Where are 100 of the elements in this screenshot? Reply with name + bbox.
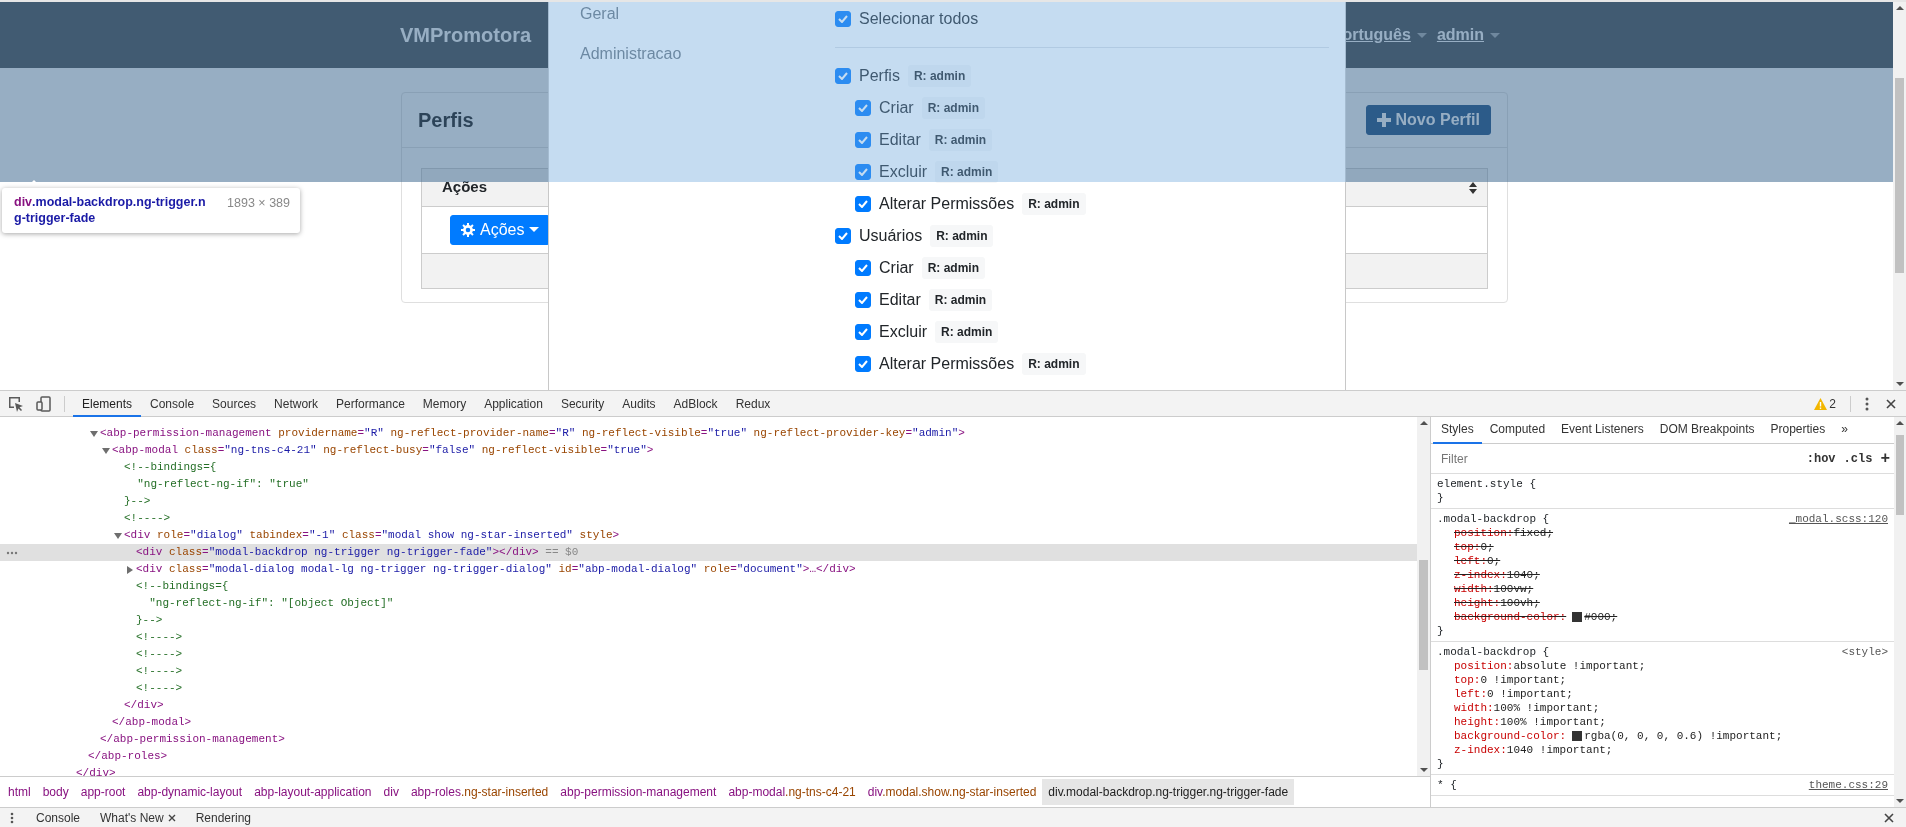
panel-tab[interactable]: Redux <box>726 390 780 417</box>
panel-tab[interactable]: Computed <box>1481 417 1554 444</box>
expanded-arrow-icon[interactable] <box>102 446 110 455</box>
css-declaration[interactable]: z-index:1040; <box>1437 568 1888 582</box>
checkbox[interactable] <box>855 356 871 372</box>
panel-tab[interactable]: Security <box>551 390 614 417</box>
breadcrumb[interactable]: app-root <box>74 779 132 805</box>
checkbox[interactable] <box>855 292 871 308</box>
css-declaration[interactable]: top:0; <box>1437 540 1888 554</box>
breadcrumb[interactable]: abp-permission-management <box>554 779 723 805</box>
dom-line[interactable]: <!----> <box>136 646 183 663</box>
css-declaration[interactable]: width:100vw; <box>1437 582 1888 596</box>
more-icon[interactable] <box>1865 396 1869 411</box>
drawer-tab[interactable]: Rendering <box>185 808 262 827</box>
expanded-arrow-icon[interactable] <box>114 531 122 540</box>
checkbox[interactable] <box>835 68 851 84</box>
source-link[interactable]: theme.css:29 <box>1808 778 1888 792</box>
css-declaration[interactable]: height:100% !important; <box>1437 715 1888 729</box>
scrollbar[interactable] <box>1893 2 1906 390</box>
drawer-tab[interactable]: What's New <box>90 808 186 827</box>
hover-state-button[interactable]: :hov <box>1806 449 1836 468</box>
close-icon[interactable] <box>167 813 176 822</box>
css-declaration[interactable]: left:0 !important; <box>1437 687 1888 701</box>
breadcrumb[interactable]: body <box>36 779 75 805</box>
breadcrumb[interactable]: abp-layout-application <box>248 779 378 805</box>
panel-tab[interactable]: Application <box>475 390 552 417</box>
source-link[interactable]: _modal.scss:120 <box>1788 512 1888 526</box>
css-declaration[interactable]: position:absolute !important; <box>1437 659 1888 673</box>
breadcrumb[interactable]: abp-dynamic-layout <box>131 779 249 805</box>
css-declaration[interactable]: width:100% !important; <box>1437 701 1888 715</box>
dom-line[interactable]: "ng-reflect-ng-if": "true" <box>124 476 309 493</box>
panel-tab[interactable]: Properties <box>1762 417 1834 444</box>
scrollbar[interactable] <box>1417 417 1430 776</box>
dom-line[interactable]: </abp-modal> <box>112 714 192 731</box>
dom-line[interactable]: <!----> <box>136 629 183 646</box>
new-rule-button[interactable]: + <box>1880 446 1890 471</box>
dom-line[interactable]: <!--bindings={ <box>136 578 229 595</box>
row-highlight[interactable]: <div class="modal-backdrop ng-trigger ng-trigger-fade"></div> == $0 <box>0 544 1417 561</box>
breadcrumb[interactable]: html <box>2 779 37 805</box>
dom-line[interactable]: }--> <box>124 493 151 510</box>
close-icon[interactable] <box>1884 812 1894 823</box>
inspect-icon[interactable] <box>8 395 24 412</box>
close-icon[interactable] <box>1886 398 1896 409</box>
css-declaration[interactable]: left:0; <box>1437 554 1888 568</box>
dom-line[interactable]: <!----> <box>136 680 183 697</box>
dom-line[interactable]: <div class="modal-backdrop ng-trigger ng-trigger-fade"></div> == $0 <box>136 544 579 561</box>
expanded-arrow-icon[interactable] <box>90 429 98 438</box>
sort-icon[interactable] <box>1469 181 1477 194</box>
panel-tab[interactable]: Performance <box>327 390 414 417</box>
breadcrumb[interactable]: abp-roles.ng-star-inserted <box>404 779 555 805</box>
dom-line[interactable]: <!----> <box>124 510 171 527</box>
panel-tab[interactable]: Styles <box>1433 417 1482 444</box>
checkbox[interactable] <box>855 196 871 212</box>
checkbox[interactable] <box>855 324 871 340</box>
css-declaration[interactable]: height:100vh; <box>1437 596 1888 610</box>
class-button[interactable]: .cls <box>1843 449 1873 468</box>
more-icon[interactable] <box>6 551 18 555</box>
panel-tab[interactable]: Elements <box>73 390 142 417</box>
dom-line[interactable]: </abp-roles> <box>88 748 168 765</box>
checkbox[interactable] <box>835 11 851 27</box>
more-icon[interactable] <box>10 811 14 824</box>
dom-line[interactable]: <div role="dialog" tabindex="-1" class="modal show ng-star-inserted" style> <box>124 527 620 544</box>
drawer-tab[interactable]: Console <box>26 808 91 827</box>
checkbox[interactable] <box>855 260 871 276</box>
dom-line[interactable]: }--> <box>136 612 163 629</box>
warning-count[interactable]: 2 <box>1829 394 1836 413</box>
css-declaration[interactable]: background-color: rgba(0, 0, 0, 0.6) !important; <box>1437 729 1888 743</box>
breadcrumb[interactable]: div.modal.show.ng-star-inserted <box>861 779 1043 805</box>
dom-line[interactable]: <abp-modal class="ng-tns-c4-21" ng-reflect-busy="false" ng-reflect-visible="true"> <box>112 442 654 459</box>
css-declaration[interactable]: z-index:1040 !important; <box>1437 743 1888 757</box>
css-declaration[interactable]: background-color: #000; <box>1437 610 1888 624</box>
panel-tab[interactable]: AdBlock <box>664 390 727 417</box>
dom-line[interactable]: <!----> <box>136 663 183 680</box>
checkbox[interactable] <box>855 132 871 148</box>
css-declaration[interactable]: position:fixed; <box>1437 526 1888 540</box>
dom-line[interactable]: </div> <box>76 765 116 776</box>
panel-tab[interactable]: Event Listeners <box>1553 417 1652 444</box>
checkbox[interactable] <box>855 100 871 116</box>
scrollbar[interactable] <box>1894 417 1906 807</box>
collapsed-arrow-icon[interactable] <box>126 565 134 574</box>
panel-tab[interactable]: Network <box>265 390 328 417</box>
css-declaration[interactable]: top:0 !important; <box>1437 673 1888 687</box>
dom-line[interactable]: "ng-reflect-ng-if": "[object Object]" <box>136 595 394 612</box>
dom-line[interactable]: <!--bindings={ <box>124 459 217 476</box>
breadcrumb[interactable]: div <box>377 779 405 805</box>
breadcrumb[interactable]: div.modal-backdrop.ng-trigger.ng-trigger-fade <box>1042 779 1295 805</box>
more-tabs-button[interactable]: » <box>1833 417 1856 444</box>
dom-line[interactable]: </div> <box>124 697 164 714</box>
dom-line[interactable]: <abp-permission-management providername="R" ng-reflect-provider-name="R" ng-reflect-visible="true" ng-reflect-provider-key="admin"> <box>100 425 965 442</box>
actions-button[interactable]: Ações <box>450 214 551 246</box>
dom-line[interactable]: </abp-permission-management> <box>100 731 285 748</box>
panel-tab[interactable]: DOM Breakpoints <box>1651 417 1763 444</box>
panel-tab[interactable]: Console <box>141 390 204 417</box>
device-icon[interactable] <box>36 395 52 412</box>
checkbox[interactable] <box>855 164 871 180</box>
checkbox[interactable] <box>835 228 851 244</box>
breadcrumb[interactable]: abp-modal.ng-tns-c4-21 <box>722 779 862 805</box>
panel-tab[interactable]: Memory <box>413 390 476 417</box>
panel-tab[interactable]: Sources <box>203 390 266 417</box>
panel-tab[interactable]: Audits <box>613 390 665 417</box>
